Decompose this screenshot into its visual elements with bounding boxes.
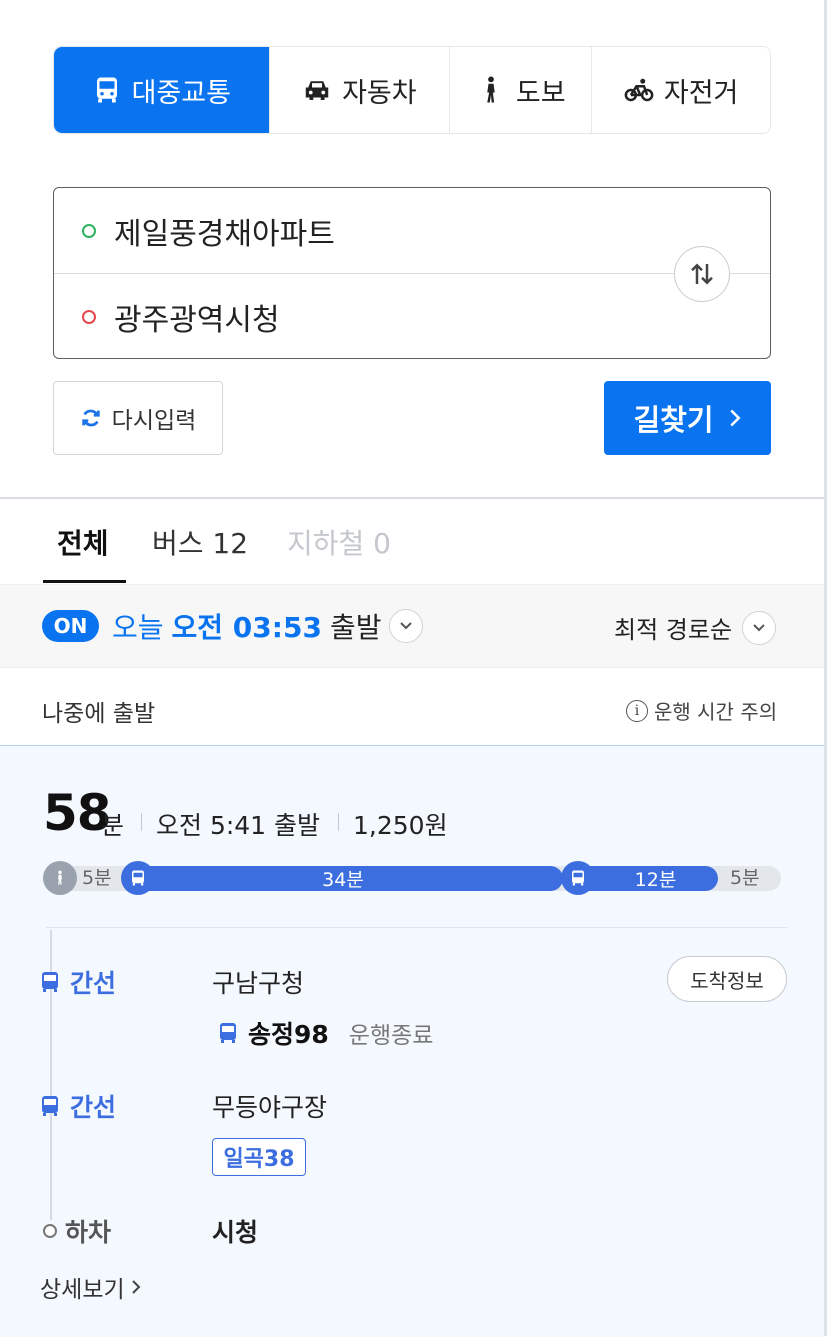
bus-number-badge[interactable]: 일곡38 bbox=[212, 1138, 306, 1176]
bus-number: 송정98 bbox=[216, 1015, 329, 1051]
transport-mode-tabs: 대중교통 자동차 도보 자전거 bbox=[53, 46, 771, 134]
bus-icon bbox=[42, 1096, 58, 1116]
departure-clock: 오전 03:53 bbox=[171, 611, 322, 644]
bicycle-icon bbox=[624, 78, 654, 102]
origin-field[interactable]: 제일풍경채아파트 bbox=[54, 188, 770, 273]
refresh-icon bbox=[81, 409, 100, 427]
sort-label: 최적 경로순 bbox=[614, 616, 733, 644]
card-divider bbox=[46, 927, 787, 928]
notice-label: 운행 시간 주의 bbox=[654, 700, 778, 724]
bus-icon bbox=[220, 1023, 236, 1043]
car-icon bbox=[305, 81, 329, 100]
meta-separator bbox=[338, 813, 339, 831]
step-type-label: 간선 bbox=[70, 1093, 117, 1122]
departure-suffix: 출발 bbox=[329, 611, 382, 644]
swap-arrows-icon bbox=[691, 263, 713, 285]
destination-field[interactable]: 광주광역시청 bbox=[54, 274, 770, 359]
destination-dot-icon bbox=[82, 309, 96, 324]
arrival-info-button[interactable]: 도착정보 bbox=[667, 956, 787, 1002]
step-type-label: 간선 bbox=[70, 969, 117, 998]
search-route-button[interactable]: 길찾기 bbox=[604, 381, 771, 455]
departure-time[interactable]: 오늘 오전 03:53 출발 bbox=[112, 606, 424, 646]
destination-value: 광주광역시청 bbox=[114, 302, 280, 338]
bus-icon bbox=[96, 77, 117, 103]
chevron-down-icon[interactable] bbox=[389, 609, 424, 643]
depart-later-link[interactable]: 나중에 출발 bbox=[42, 694, 155, 728]
transfer-station[interactable]: 무등야구장 bbox=[212, 1088, 327, 1124]
chevron-down-icon bbox=[742, 610, 777, 645]
active-tab-indicator bbox=[43, 580, 126, 583]
view-details-link[interactable]: 상세보기 bbox=[40, 1270, 141, 1304]
fare: 1,250원 bbox=[353, 811, 448, 840]
alight-dot-icon bbox=[43, 1224, 57, 1238]
bus-status: 운행종료 bbox=[348, 1023, 434, 1049]
bus-number-label: 송정98 bbox=[248, 1020, 329, 1049]
chevron-right-icon bbox=[729, 409, 741, 427]
sort-select[interactable]: 최적 경로순 bbox=[614, 610, 777, 645]
segment-label: 12분 bbox=[634, 869, 677, 891]
bus-icon bbox=[42, 972, 58, 992]
bus-line[interactable]: 송정98 운행종료 bbox=[216, 1015, 433, 1051]
tab-bus[interactable]: 버스 12 bbox=[152, 522, 248, 562]
step-type-label: 하차 bbox=[65, 1218, 112, 1247]
tab-car[interactable]: 자동차 bbox=[268, 47, 450, 133]
section-divider bbox=[0, 497, 827, 499]
info-icon: i bbox=[626, 699, 648, 722]
tab-walk[interactable]: 도보 bbox=[449, 47, 591, 133]
detail-label: 상세보기 bbox=[40, 1277, 125, 1303]
reset-button[interactable]: 다시입력 bbox=[53, 381, 223, 455]
segment-walk-end: 5분 bbox=[730, 867, 760, 889]
step-type: 간선 bbox=[38, 1088, 116, 1124]
departure-prefix: 오늘 bbox=[112, 611, 164, 644]
tab-all[interactable]: 전체 bbox=[57, 522, 109, 562]
depart-time: 오전 5:41 출발 bbox=[156, 811, 321, 840]
tab-label: 자전거 bbox=[663, 77, 739, 109]
tab-public-transit[interactable]: 대중교통 bbox=[54, 47, 269, 133]
walk-icon bbox=[43, 861, 77, 895]
chevron-right-icon bbox=[131, 1280, 141, 1294]
route-input-box: 제일풍경채아파트 광주광역시청 bbox=[53, 187, 771, 359]
reset-label: 다시입력 bbox=[111, 408, 197, 434]
tab-bicycle[interactable]: 자전거 bbox=[591, 47, 770, 133]
origin-dot-icon bbox=[82, 223, 96, 238]
duration-unit: 분 bbox=[101, 811, 125, 840]
tab-label: 자동차 bbox=[342, 77, 417, 109]
segment-label: 34분 bbox=[322, 869, 364, 891]
origin-value: 제일풍경채아파트 bbox=[114, 216, 335, 252]
segment-walk-start: 5분 bbox=[82, 867, 112, 889]
meta-separator bbox=[141, 813, 142, 831]
swap-route-button[interactable] bbox=[674, 246, 730, 302]
boarding-station[interactable]: 구남구청 bbox=[212, 964, 304, 1000]
walk-icon bbox=[487, 76, 495, 103]
segment-bus-1: 34분 bbox=[123, 866, 563, 891]
step-type: 간선 bbox=[38, 964, 116, 1000]
alight-station[interactable]: 시청 bbox=[212, 1213, 258, 1249]
tab-label: 도보 bbox=[515, 77, 566, 109]
bus-icon bbox=[121, 861, 155, 895]
bus-icon bbox=[561, 861, 595, 895]
step-type: 하차 bbox=[43, 1213, 111, 1249]
tab-subway: 지하철 0 bbox=[287, 527, 391, 560]
schedule-notice[interactable]: i 운행 시간 주의 bbox=[626, 696, 777, 725]
search-label: 길찾기 bbox=[633, 403, 714, 437]
on-toggle[interactable]: ON bbox=[42, 610, 99, 642]
tab-label: 대중교통 bbox=[131, 77, 231, 109]
